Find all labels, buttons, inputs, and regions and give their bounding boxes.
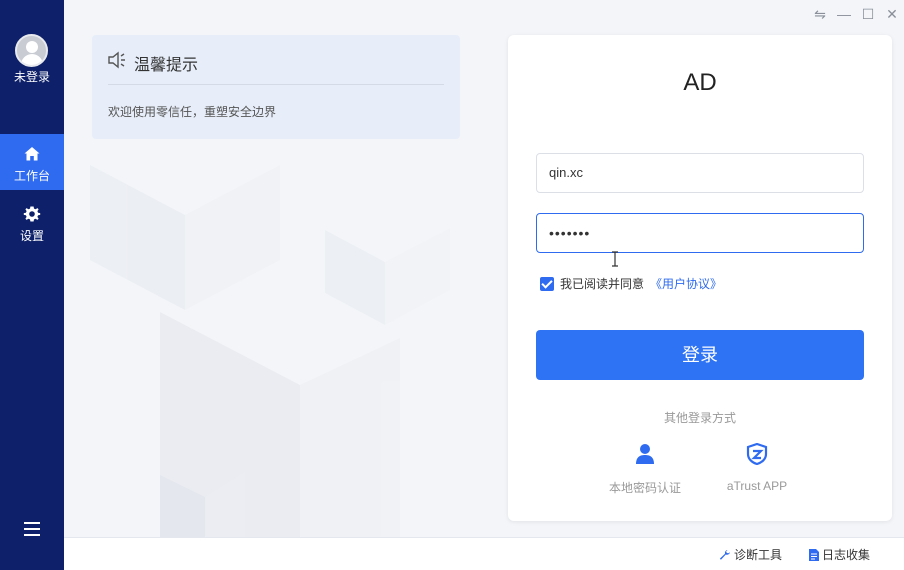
login-button[interactable]: 登录 xyxy=(536,330,864,380)
atrust-app-button[interactable]: aTrust APP xyxy=(702,443,812,493)
user-agreement-link[interactable]: 《用户协议》 xyxy=(650,275,722,292)
wrench-icon xyxy=(719,549,730,560)
user-status-label: 未登录 xyxy=(13,70,50,84)
atrust-shield-icon xyxy=(746,443,768,465)
maximize-icon[interactable]: ☐ xyxy=(859,6,877,23)
document-icon xyxy=(809,548,819,561)
status-item-label: 日志收集 xyxy=(822,548,871,562)
log-collect-button[interactable]: 日志收集 xyxy=(809,546,870,563)
agree-checkbox[interactable] xyxy=(540,276,554,291)
sidebar: 未登录 工作台 设置 xyxy=(0,0,64,570)
agree-text: 我已阅读并同意 xyxy=(560,277,645,291)
login-title: AD xyxy=(683,69,717,96)
home-icon xyxy=(24,147,40,161)
password-field[interactable]: ••••••• xyxy=(536,213,864,253)
sidebar-item-settings[interactable]: 设置 xyxy=(0,194,64,250)
user-icon xyxy=(636,444,654,464)
local-password-auth-button[interactable]: 本地密码认证 xyxy=(590,443,700,496)
agreement-row: 我已阅读并同意 《用户协议》 xyxy=(540,275,722,292)
minimize-icon[interactable]: — xyxy=(835,6,853,22)
speaker-icon xyxy=(108,51,125,69)
notice-text: 欢迎使用零信任，重塑安全边界 xyxy=(108,105,277,119)
divider xyxy=(108,84,444,85)
notice-title: 温馨提示 xyxy=(134,57,199,74)
text-cursor-icon xyxy=(612,251,618,267)
other-login-label: 其他登录方式 xyxy=(663,411,736,425)
username-value: qin.xc xyxy=(549,165,583,180)
gear-icon xyxy=(23,206,41,222)
status-item-label: 诊断工具 xyxy=(734,548,783,562)
alt-method-label: 本地密码认证 xyxy=(608,481,681,495)
avatar[interactable] xyxy=(15,34,48,67)
status-bar: 诊断工具 日志收集 xyxy=(64,537,904,570)
diagnostic-tool-button[interactable]: 诊断工具 xyxy=(719,546,782,563)
login-card: AD qin.xc ••••••• 我已阅读并同意 《用户协议》 登录 其他登录… xyxy=(508,35,892,521)
sidebar-item-label: 设置 xyxy=(19,229,44,243)
notice-card: 温馨提示 欢迎使用零信任，重塑安全边界 xyxy=(92,35,460,139)
hamburger-icon[interactable] xyxy=(24,522,40,536)
sidebar-item-label: 工作台 xyxy=(13,169,50,183)
password-value: ••••••• xyxy=(549,225,591,241)
sidebar-item-workbench[interactable]: 工作台 xyxy=(0,134,64,190)
username-field[interactable]: qin.xc xyxy=(536,153,864,193)
alt-method-label: aTrust APP xyxy=(726,479,788,493)
swap-icon[interactable]: ⇋ xyxy=(811,6,829,23)
close-icon[interactable]: ✕ xyxy=(883,6,901,23)
background-decoration xyxy=(90,165,450,537)
